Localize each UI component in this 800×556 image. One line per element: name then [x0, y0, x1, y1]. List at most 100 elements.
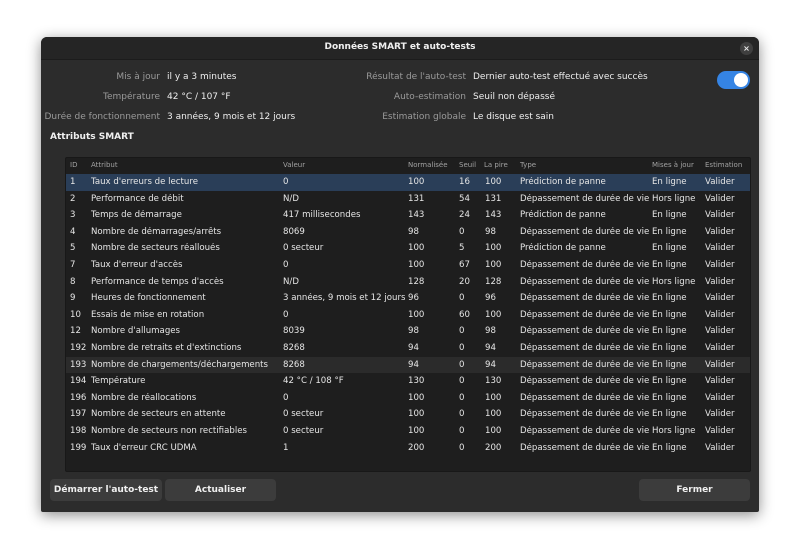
cell-threshold: 20: [459, 276, 470, 287]
table-row[interactable]: 199 Taux d'erreur CRC UDMA 1 200 0 200 Dépasse…: [66, 440, 750, 457]
section-title: Attributs SMART: [50, 132, 134, 142]
updated-value: il y a 3 minutes: [167, 72, 237, 82]
table-row[interactable]: 192 Nombre de retraits et d'extinctions 82…: [66, 340, 750, 357]
cell-normalized: 96: [408, 293, 419, 304]
temperature-label: Température: [102, 92, 160, 102]
header-id[interactable]: ID: [70, 161, 77, 169]
cell-value: 0: [283, 177, 289, 187]
cell-assessment: Valider: [705, 442, 735, 453]
cell-id: 10: [70, 309, 81, 320]
cell-normalized: 98: [408, 326, 419, 337]
cell-assessment: Valider: [705, 392, 735, 403]
cell-threshold: 0: [459, 359, 465, 370]
table-row[interactable]: 2 Performance de débit N/D 131 54 131 Dépassem…: [66, 191, 750, 208]
cell-value: 0: [283, 392, 289, 403]
table-row[interactable]: 194 Température 42 °C / 108 °F 130 0 130 Dépas…: [66, 373, 750, 390]
cell-id: 7: [70, 260, 76, 270]
cell-value: 0 secteur: [283, 409, 324, 420]
cell-normalized: 100: [408, 392, 425, 403]
cell-threshold: 24: [459, 210, 470, 221]
cell-assessment: Valider: [705, 177, 735, 187]
cell-worst: 100: [485, 260, 502, 270]
cell-normalized: 130: [408, 376, 425, 387]
cell-assessment: Valider: [705, 426, 735, 436]
header-normalized[interactable]: Normalisée: [408, 161, 448, 169]
cell-value: 8268: [283, 343, 305, 353]
cell-normalized: 100: [408, 260, 425, 270]
cell-updates: En ligne: [652, 359, 687, 370]
cell-id: 2: [70, 193, 76, 204]
table-row[interactable]: 4 Nombre de démarrages/arrêts 8069 98 0 98 Dép…: [66, 224, 750, 241]
cell-value: 417 millisecondes: [283, 210, 361, 221]
cell-normalized: 100: [408, 309, 425, 320]
cell-normalized: 100: [408, 243, 425, 254]
table-row[interactable]: 198 Nombre de secteurs non rectifiables 0 …: [66, 423, 750, 440]
cell-value: N/D: [283, 276, 299, 287]
cell-worst: 94: [485, 343, 496, 353]
cell-updates: En ligne: [652, 293, 687, 304]
cell-updates: En ligne: [652, 392, 687, 403]
cell-threshold: 0: [459, 426, 465, 436]
updated-label: Mis à jour: [116, 72, 160, 82]
cell-type: Dépassement de durée de vie: [520, 392, 650, 403]
cell-worst: 96: [485, 293, 496, 304]
cell-worst: 98: [485, 226, 496, 237]
cell-value: 8039: [283, 326, 305, 337]
table-row[interactable]: 12 Nombre d'allumages 8039 98 0 98 Dépassement…: [66, 323, 750, 340]
powered-value: 3 années, 9 mois et 12 jours: [167, 112, 296, 122]
header-type[interactable]: Type: [520, 161, 536, 169]
cell-worst: 100: [485, 426, 502, 436]
cell-id: 199: [70, 442, 87, 453]
cell-type: Dépassement de durée de vie: [520, 359, 650, 370]
smart-attributes-table[interactable]: ID Attribut Valeur Normalisée Seuil La p…: [65, 157, 751, 472]
cell-assessment: Valider: [705, 226, 735, 237]
smart-enable-toggle[interactable]: [717, 71, 750, 89]
close-button[interactable]: Fermer: [639, 479, 750, 501]
table-row[interactable]: 193 Nombre de chargements/déchargements 82…: [66, 356, 750, 374]
start-selftest-button[interactable]: Démarrer l'auto-test: [50, 479, 162, 501]
cell-value: 8268: [283, 359, 305, 370]
cell-threshold: 0: [459, 376, 465, 387]
cell-attribute: Essais de mise en rotation: [91, 309, 205, 320]
header-updates[interactable]: Mises à jour: [652, 161, 694, 169]
temperature-value: 42 °C / 107 °F: [167, 92, 231, 102]
table-row[interactable]: 3 Temps de démarrage 417 millisecondes 143 2…: [66, 207, 750, 224]
selftest-label: Résultat de l'auto-test: [366, 72, 466, 82]
cell-updates: En ligne: [652, 177, 687, 187]
table-row[interactable]: 8 Performance de temps d'accès N/D 128 20 128…: [66, 274, 750, 291]
cell-updates: En ligne: [652, 376, 687, 387]
cell-normalized: 131: [408, 193, 425, 204]
cell-attribute: Nombre de secteurs réalloués: [91, 243, 220, 254]
cell-assessment: Valider: [705, 326, 735, 337]
overall-value: Le disque est sain: [473, 112, 554, 122]
cell-updates: En ligne: [652, 442, 687, 453]
cell-value: 0 secteur: [283, 426, 324, 436]
dialog-title: Données SMART et auto-tests: [324, 42, 476, 52]
table-row[interactable]: 197 Nombre de secteurs en attente 0 secteu…: [66, 406, 750, 423]
header-attribute[interactable]: Attribut: [91, 161, 118, 169]
cell-type: Prédiction de panne: [520, 177, 606, 187]
cell-value: 0 secteur: [283, 243, 324, 254]
cell-id: 4: [70, 226, 76, 237]
cell-attribute: Taux d'erreur d'accès: [91, 260, 183, 270]
cell-attribute: Heures de fonctionnement: [91, 293, 206, 304]
table-row[interactable]: 5 Nombre de secteurs réalloués 0 secteur 10…: [66, 240, 750, 257]
cell-assessment: Valider: [705, 243, 735, 254]
cell-id: 1: [70, 177, 76, 187]
close-icon[interactable]: ×: [740, 42, 753, 55]
header-assessment[interactable]: Estimation: [705, 161, 742, 169]
cell-value: 0: [283, 260, 289, 270]
refresh-button[interactable]: Actualiser: [165, 479, 276, 501]
cell-normalized: 100: [408, 177, 425, 187]
header-worst[interactable]: La pire: [484, 161, 508, 169]
table-row[interactable]: 7 Taux d'erreur d'accès 0 100 67 100 Dépasseme…: [66, 257, 750, 274]
header-value[interactable]: Valeur: [283, 161, 305, 169]
cell-value: 42 °C / 108 °F: [283, 376, 344, 387]
table-row[interactable]: 1 Taux d'erreurs de lecture 0 100 16 100 Prédi…: [66, 174, 750, 191]
table-row[interactable]: 196 Nombre de réallocations 0 100 0 100 Dépass…: [66, 390, 750, 407]
cell-value: 8069: [283, 226, 305, 237]
header-threshold[interactable]: Seuil: [459, 161, 476, 169]
table-row[interactable]: 9 Heures de fonctionnement 3 années, 9 moi…: [66, 290, 750, 307]
table-row[interactable]: 10 Essais de mise en rotation 0 100 60 100 Dép…: [66, 307, 750, 324]
table-header: ID Attribut Valeur Normalisée Seuil La p…: [66, 158, 750, 172]
